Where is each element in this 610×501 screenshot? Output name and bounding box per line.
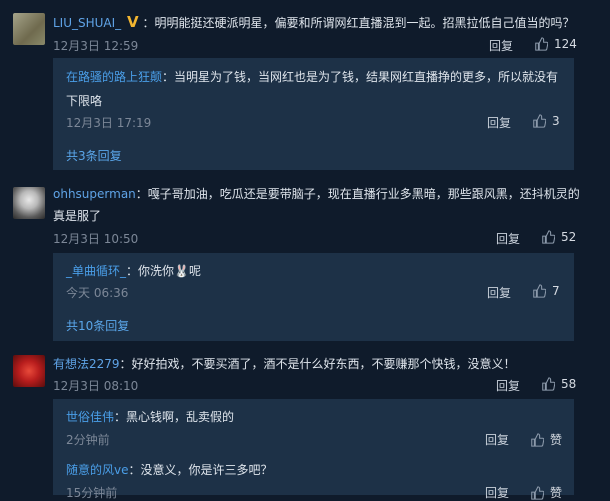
reply-button[interactable]: 回复 xyxy=(496,377,520,394)
like-count: 124 xyxy=(554,37,577,51)
avatar[interactable] xyxy=(13,355,45,387)
avatar[interactable] xyxy=(13,187,45,219)
like-count: 52 xyxy=(561,230,577,244)
reply-text: ：当明星为了钱，当网红也是为了钱，结果网红直播挣的更多，所以就没有 xyxy=(162,70,559,84)
reply-button[interactable]: 回复 xyxy=(487,284,511,301)
comment-text: ：好好拍戏，不要买酒了，酒不是什么好东西，不要赚那个快钱，没意义！ xyxy=(119,357,516,371)
like-button[interactable]: 52 xyxy=(541,230,576,244)
comment-item: LIU_SHUAI_ V ：明明能挺还硬派明星，偏要和所谓网红直播混到一起。招黑… xyxy=(0,0,610,175)
comment-text-continued: 真是服了 xyxy=(53,209,102,223)
reply-text-continued: 下限咯 xyxy=(66,94,103,108)
thumbs-up-icon xyxy=(542,377,555,391)
more-replies-link[interactable]: 共10条回复 xyxy=(66,317,129,334)
comment-item: ohhsuperman：嘎子哥加油，吃瓜还是要带脑子，现在直播行业多黑暗，那些跟… xyxy=(0,175,610,345)
avatar[interactable] xyxy=(13,13,45,45)
reply-username[interactable]: 世俗佳伟 xyxy=(66,410,114,424)
like-button[interactable]: 58 xyxy=(541,377,576,391)
comment-text: ：嘎子哥加油，吃瓜还是要带脑子，现在直播行业多黑暗，那些跟风黑，还抖机灵的 xyxy=(135,187,580,201)
like-button[interactable]: 124 xyxy=(534,37,577,51)
comment-header: LIU_SHUAI_ V ：明明能挺还硬派明星，偏要和所谓网红直播混到一起。招黑… xyxy=(53,13,574,31)
like-count: 3 xyxy=(552,114,560,128)
thumbs-up-icon xyxy=(533,114,546,128)
username[interactable]: ohhsuperman xyxy=(53,187,136,201)
like-label: 赞 xyxy=(550,433,563,447)
comment-time: 12月3日 12:59 xyxy=(53,39,139,53)
username[interactable]: LIU_SHUAI_ xyxy=(53,16,121,30)
reply-username[interactable]: 随意的风ve xyxy=(66,463,129,477)
reply-text: ：黑心钱啊，乱卖假的 xyxy=(114,410,235,424)
more-replies-link[interactable]: 共3条回复 xyxy=(66,147,122,164)
like-button[interactable]: 赞 xyxy=(530,484,562,501)
reply-button[interactable]: 回复 xyxy=(485,484,509,501)
reply-line-1: 在路骚的路上狂颠：当明星为了钱，当网红也是为了钱，结果网红直播挣的更多，所以就没… xyxy=(66,68,558,85)
comment-header: 有想法2279：好好拍戏，不要买酒了，酒不是什么好东西，不要赚那个快钱，没意义！ xyxy=(53,355,516,372)
comment-header: ohhsuperman：嘎子哥加油，吃瓜还是要带脑子，现在直播行业多黑暗，那些跟… xyxy=(53,185,580,202)
reply-button[interactable]: 回复 xyxy=(485,431,509,448)
reply-time: 今天 06:36 xyxy=(66,286,129,300)
like-count: 7 xyxy=(552,284,560,298)
thumbs-up-icon xyxy=(533,284,546,298)
comment-item: 有想法2279：好好拍戏，不要买酒了，酒不是什么好东西，不要赚那个快钱，没意义！… xyxy=(0,345,610,500)
reply-username[interactable]: _单曲循环_ xyxy=(66,264,126,278)
like-button[interactable]: 赞 xyxy=(530,431,562,448)
thumbs-up-icon xyxy=(535,37,548,51)
comment-time: 12月3日 08:10 xyxy=(53,379,139,393)
reply-text: ：没意义，你是许三多吧？ xyxy=(128,463,273,477)
reply-text: ：你洗你🐰呢 xyxy=(126,264,201,278)
verified-badge-icon: V xyxy=(127,13,139,31)
reply-time: 12月3日 17:19 xyxy=(66,116,152,130)
like-count: 58 xyxy=(561,377,577,391)
thumbs-up-icon xyxy=(542,230,555,244)
reply-button[interactable]: 回复 xyxy=(489,37,513,54)
comment-time: 12月3日 10:50 xyxy=(53,232,139,246)
comment-text: ：明明能挺还硬派明星，偏要和所谓网红直播混到一起。招黑拉低自己值当的吗？ xyxy=(142,16,575,30)
username[interactable]: 有想法2279 xyxy=(53,357,120,371)
replies-panel: 世俗佳伟：黑心钱啊，乱卖假的 2分钟前 回复 赞 随意的风ve：没意义，你是许三… xyxy=(53,399,574,500)
reply-time: 2分钟前 xyxy=(66,433,110,447)
reply-username[interactable]: 在路骚的路上狂颠 xyxy=(66,70,162,84)
like-label: 赞 xyxy=(550,486,563,500)
replies-panel: _单曲循环_：你洗你🐰呢 今天 06:36 回复 7 共10条回复 xyxy=(53,253,574,341)
reply-line-1: 世俗佳伟：黑心钱啊，乱卖假的 xyxy=(66,408,234,425)
reply-button[interactable]: 回复 xyxy=(496,230,520,247)
thumbs-up-icon xyxy=(531,485,544,500)
reply-time: 15分钟前 xyxy=(66,486,118,500)
replies-panel: 在路骚的路上狂颠：当明星为了钱，当网红也是为了钱，结果网红直播挣的更多，所以就没… xyxy=(53,58,574,170)
reply-line-2: 随意的风ve：没意义，你是许三多吧？ xyxy=(66,461,273,478)
thumbs-up-icon xyxy=(531,432,544,447)
reply-line-1: _单曲循环_：你洗你🐰呢 xyxy=(66,262,201,279)
like-button[interactable]: 7 xyxy=(532,284,560,298)
reply-button[interactable]: 回复 xyxy=(487,114,511,131)
like-button[interactable]: 3 xyxy=(532,114,560,128)
